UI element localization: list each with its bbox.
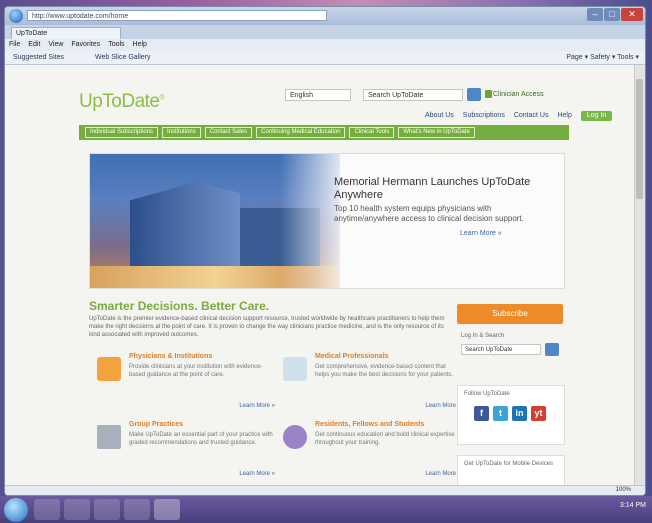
subscribe-button[interactable]: Subscribe [457,304,563,324]
card-learn-more[interactable]: Learn More » [425,403,461,409]
card-title[interactable]: Physicians & Institutions [129,353,212,360]
hero-banner[interactable]: Memorial Hermann Launches UpToDate Anywh… [89,153,565,289]
twitter-icon[interactable]: t [493,406,508,421]
main-nav-item[interactable]: Clinical Tools [349,127,395,138]
command-bar[interactable]: Page ▾ Safety ▾ Tools ▾ [566,53,639,62]
nav-subscriptions[interactable]: Subscriptions [463,111,505,121]
search-button[interactable] [467,88,481,101]
document-icon [97,357,121,381]
taskbar-active-window[interactable] [154,499,180,520]
taskbar-app-icon[interactable] [124,499,150,520]
menu-help[interactable]: Help [129,39,151,51]
card-medical-professionals[interactable]: Medical Professionals Get comprehensive,… [283,353,461,415]
zoom-level[interactable]: 100% [616,487,631,493]
login-button[interactable]: Log In [580,111,613,121]
card-title[interactable]: Group Practices [129,421,183,428]
card-text: Get continuous education and build clini… [315,432,455,446]
address-bar[interactable]: http://www.uptodate.com/home [27,10,327,21]
main-nav-item[interactable]: Institutions [162,127,201,138]
sidebar-search-button[interactable] [545,343,559,356]
sidebar-search-select[interactable]: Search UpToDate [461,344,541,355]
search-input[interactable]: Search UpToDate [363,89,463,101]
favorite-suggested-sites[interactable]: Suggested Sites [13,53,64,62]
web-page: UpToDate® English Search UpToDate Clinic… [5,65,645,495]
back-button[interactable] [9,9,23,23]
taskbar-ie-icon[interactable] [34,499,60,520]
browser-window: http://www.uptodate.com/home – □ ✕ UpToD… [4,6,646,496]
main-nav-item[interactable]: What's New in UpToDate [398,127,475,138]
card-title[interactable]: Residents, Fellows and Students [315,421,424,428]
sidebar-login-label: Log In & Search [461,333,505,339]
nav-help[interactable]: Help [557,111,571,121]
section-title: Smarter Decisions. Better Care. [89,299,270,313]
minimize-icon[interactable]: – [587,8,603,21]
menu-tools[interactable]: Tools [104,39,128,51]
hero-headline: Memorial Hermann Launches UpToDate Anywh… [334,176,531,201]
main-nav-item[interactable]: Continuing Medical Education [256,127,346,138]
start-button[interactable] [4,498,28,522]
hero-text: Top 10 health system equips physicians w… [334,204,524,223]
utility-nav: About Us Subscriptions Contact Us Help L… [425,111,621,121]
mobile-widget-label: Get UpToDate for Mobile Devices [464,461,554,467]
menu-view[interactable]: View [44,39,67,51]
close-icon[interactable]: ✕ [621,8,643,21]
menu-favorites[interactable]: Favorites [67,39,104,51]
scrollbar-thumb[interactable] [636,79,643,199]
favorite-web-slice[interactable]: Web Slice Gallery [95,53,151,62]
follow-label: Follow UpToDate [464,391,510,397]
card-text: Get comprehensive, evidence-based conten… [315,364,454,378]
card-learn-more[interactable]: Learn More » [425,471,461,477]
clinician-icon [485,90,492,98]
facebook-icon[interactable]: f [474,406,489,421]
linkedin-icon[interactable]: in [512,406,527,421]
status-bar: 100% [5,485,645,495]
card-learn-more[interactable]: Learn More » [239,471,275,477]
nav-about[interactable]: About Us [425,111,454,121]
building-shape [130,182,240,274]
card-residents[interactable]: Residents, Fellows and Students Get cont… [283,421,461,483]
main-nav: Individual Subscriptions Institutions Co… [79,125,569,140]
taskbar-folder-icon[interactable] [64,499,90,520]
main-nav-item[interactable]: Contact Sales [204,127,253,138]
system-clock[interactable]: 3:14 PM [620,502,646,509]
main-nav-item[interactable]: Individual Subscriptions [85,127,159,138]
clipboard-icon [283,357,307,381]
hero-learn-more-link[interactable]: Learn More » [460,230,502,237]
menu-bar: File Edit View Favorites Tools Help [5,39,645,51]
page-scrollbar[interactable] [634,65,645,495]
card-learn-more[interactable]: Learn More » [239,403,275,409]
card-physicians[interactable]: Physicians & Institutions Provide clinic… [97,353,275,415]
clinician-access-link[interactable]: Clinician Access [493,91,544,98]
taskbar: 3:14 PM [0,496,652,523]
card-text: Provide clinicians at your institution w… [129,364,263,378]
browser-titlebar: http://www.uptodate.com/home – □ ✕ [5,7,645,25]
people-icon [97,425,121,449]
window-controls: – □ ✕ [586,8,643,22]
tab-bar: UpToDate [5,25,645,39]
card-text: Make UpToDate an essential part of your … [129,432,273,446]
youtube-icon[interactable]: yt [531,406,546,421]
caduceus-icon [283,425,307,449]
browser-tab[interactable]: UpToDate [11,27,121,39]
language-select[interactable]: English [285,89,351,101]
card-group-practices[interactable]: Group Practices Make UpToDate an essenti… [97,421,275,483]
section-text: UpToDate is the premier evidence-based c… [89,316,445,338]
follow-box: Follow UpToDate f t in yt [457,385,565,445]
taskbar-media-icon[interactable] [94,499,120,520]
card-title[interactable]: Medical Professionals [315,353,389,360]
menu-file[interactable]: File [5,39,24,51]
menu-edit[interactable]: Edit [24,39,44,51]
maximize-icon[interactable]: □ [604,8,620,21]
favorites-bar: Suggested Sites Web Slice Gallery Page ▾… [5,51,645,65]
site-logo[interactable]: UpToDate® [79,91,165,113]
nav-contact[interactable]: Contact Us [514,111,549,121]
